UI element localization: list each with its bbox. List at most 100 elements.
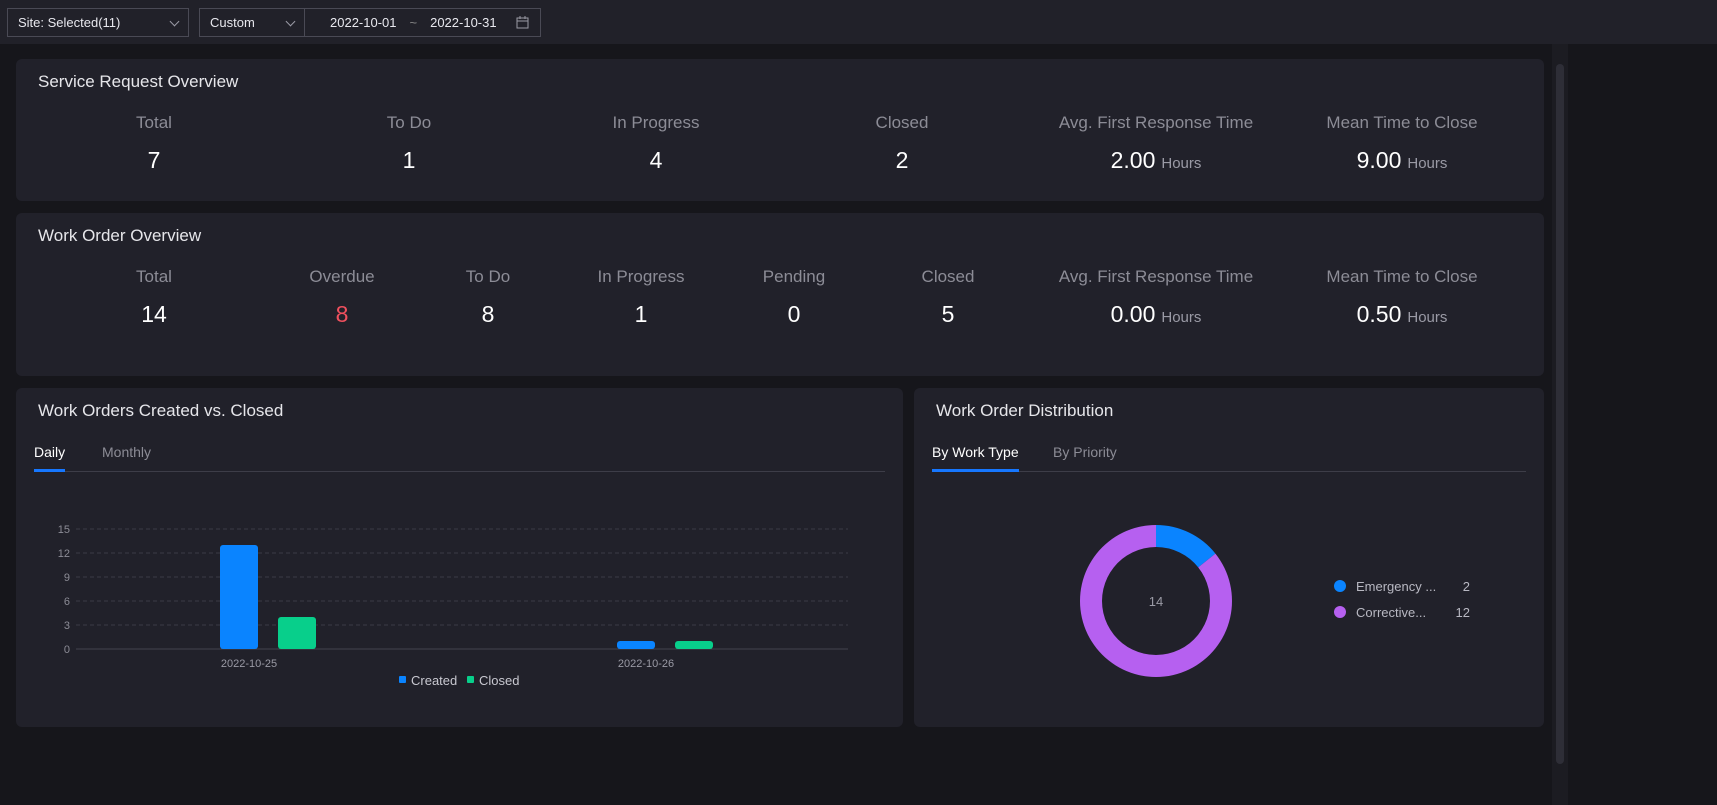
stat-number: 4 [649, 147, 663, 173]
stat-label: Pending [762, 267, 826, 286]
date-end[interactable]: 2022-10-31 [430, 15, 497, 30]
x-tick-label: 2022-10-25 [221, 658, 277, 670]
stat-number: 2 [895, 147, 909, 173]
stat-to-do: To Do 1 [387, 113, 431, 174]
bar-created [220, 545, 258, 649]
donut-center-total: 14 [1149, 594, 1163, 609]
stat-label: Closed [875, 113, 929, 132]
stat-mean-time-to-close: Mean Time to Close 9.00 Hours [1326, 113, 1477, 174]
stat-unit: Hours [1407, 309, 1448, 326]
stat-value: 0.50 Hours [1326, 301, 1477, 328]
stat-number: 2.00 [1110, 147, 1156, 173]
date-start[interactable]: 2022-10-01 [330, 15, 397, 30]
stat-number: 8 [335, 301, 349, 327]
stat-total: Total 7 [136, 113, 172, 174]
stat-value: 2 [876, 147, 929, 174]
calendar-icon [516, 16, 529, 29]
stat-label: To Do [386, 113, 432, 132]
stat-label: Overdue [309, 267, 375, 286]
created-vs-closed-card: Work Orders Created vs. Closed Daily Mon… [16, 388, 903, 727]
stat-closed: Closed 5 [922, 267, 975, 328]
stat-number: 8 [481, 301, 495, 327]
stat-value: 9.00 Hours [1326, 147, 1477, 174]
stat-number: 0.50 [1356, 301, 1402, 327]
legend-marker [1334, 606, 1346, 618]
legend-label: Corrective... [1356, 605, 1426, 620]
stat-label: Mean Time to Close [1326, 267, 1478, 286]
y-tick-label: 9 [64, 572, 70, 584]
stat-label: Closed [921, 267, 975, 286]
bar-closed [278, 617, 316, 649]
stat-value: 14 [136, 301, 172, 328]
stat-label: Avg. First Response Time [1058, 113, 1254, 132]
stat-to-do: To Do 8 [466, 267, 510, 328]
legend-marker [1334, 580, 1346, 592]
stat-closed: Closed 2 [876, 113, 929, 174]
service-request-overview-card: Service Request Overview Total 7 To Do 1 In … [16, 59, 1544, 201]
y-tick-label: 15 [58, 524, 70, 536]
legend-label: Emergency ... [1356, 579, 1436, 594]
legend-label: Created [411, 673, 457, 688]
legend-marker [467, 676, 474, 683]
stat-value: 0.00 Hours [1059, 301, 1253, 328]
stat-number: 1 [634, 301, 648, 327]
stat-label: To Do [465, 267, 511, 286]
x-tick-label: 2022-10-26 [618, 658, 674, 670]
legend-marker [399, 676, 406, 683]
stat-avg-first-response-time: Avg. First Response Time 0.00 Hours [1059, 267, 1253, 328]
stat-value: 1 [598, 301, 685, 328]
range-type-select[interactable]: Custom [199, 8, 305, 37]
stat-value: 7 [136, 147, 172, 174]
bar-closed [675, 641, 713, 649]
date-range-picker[interactable]: 2022-10-01 ~ 2022-10-31 [304, 8, 541, 37]
stat-label: Total [136, 113, 172, 132]
scrollbar-thumb[interactable] [1556, 64, 1564, 764]
stat-mean-time-to-close: Mean Time to Close 0.50 Hours [1326, 267, 1477, 328]
stat-overdue: Overdue 8 [309, 267, 374, 328]
stat-in-progress: In Progress 4 [613, 113, 700, 174]
y-tick-label: 3 [64, 620, 70, 632]
stat-value: 2.00 Hours [1059, 147, 1253, 174]
bar-created [617, 641, 655, 649]
stat-value: 4 [613, 147, 700, 174]
stat-unit: Hours [1161, 309, 1202, 326]
chevron-down-icon [285, 16, 296, 27]
stat-label: Total [136, 267, 172, 286]
y-tick-label: 6 [64, 596, 70, 608]
stat-label: Mean Time to Close [1326, 113, 1478, 132]
stat-number: 14 [141, 301, 167, 327]
stat-total: Total 14 [136, 267, 172, 328]
stat-number: 0 [787, 301, 801, 327]
stat-number: 1 [402, 147, 416, 173]
date-separator: ~ [409, 15, 418, 30]
site-select[interactable]: Site: Selected(11) [7, 8, 189, 37]
stat-value: 1 [387, 147, 431, 174]
distribution-donut-chart: Emergency ... 2 Corrective... 12 14 [1080, 525, 1470, 677]
stat-label: Avg. First Response Time [1058, 267, 1254, 286]
scrollbar[interactable] [1552, 44, 1568, 805]
filter-bar: Site: Selected(11) Custom 2022-10-01 ~ 2… [0, 0, 1717, 44]
stat-unit: Hours [1407, 155, 1448, 172]
stat-in-progress: In Progress 1 [598, 267, 685, 328]
legend-value: 12 [1456, 605, 1470, 620]
y-tick-label: 0 [64, 644, 70, 656]
work-order-distribution-card: Work Order Distribution By Work Type By … [914, 388, 1544, 727]
chevron-down-icon [169, 16, 180, 27]
stat-number: 7 [147, 147, 161, 173]
range-type-value: Custom [210, 15, 255, 30]
stat-number: 5 [941, 301, 955, 327]
work-order-overview-card: Work Order Overview Total 14 Overdue 8 To Do… [16, 213, 1544, 376]
card-title: Work Order Overview [38, 226, 202, 245]
stat-avg-first-response-time: Avg. First Response Time 2.00 Hours [1059, 113, 1253, 174]
stat-label: In Progress [597, 267, 685, 286]
stat-value: 0 [763, 301, 825, 328]
stat-number: 9.00 [1356, 147, 1402, 173]
stat-value: 5 [922, 301, 975, 328]
card-title: Service Request Overview [38, 72, 239, 91]
created-closed-bar-chart: 0 3 6 9 12 15 2022-10-25 2022-10-26 Created Close… [58, 524, 848, 688]
stat-unit: Hours [1161, 155, 1202, 172]
legend-value: 2 [1463, 579, 1470, 594]
stat-pending: Pending 0 [763, 267, 825, 328]
stat-value: 8 [309, 301, 374, 328]
stat-label: In Progress [612, 113, 700, 132]
